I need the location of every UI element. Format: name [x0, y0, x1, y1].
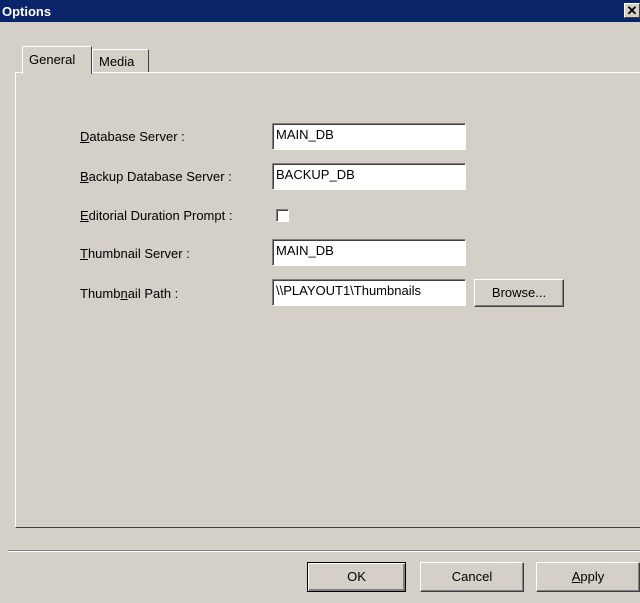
bottom-separator [8, 550, 640, 552]
apply-button[interactable]: Apply [536, 562, 640, 592]
cancel-button[interactable]: Cancel [420, 562, 524, 592]
tab-media-label: Media [99, 54, 135, 69]
general-tab-panel: Database Server : MAIN_DB Backup Databas… [15, 72, 640, 528]
database-server-label: Database Server : [80, 129, 185, 144]
title-bar: Options ✕ [0, 0, 640, 22]
backup-server-input[interactable]: BACKUP_DB [272, 163, 466, 190]
close-icon: ✕ [626, 3, 638, 18]
thumbnail-path-input[interactable]: \\PLAYOUT1\Thumbnails [272, 279, 466, 306]
thumbnail-server-input[interactable]: MAIN_DB [272, 239, 466, 266]
window-title: Options [2, 4, 52, 19]
thumbnail-server-label: Thumbnail Server : [80, 246, 190, 261]
thumbnail-path-label: Thumbnail Path : [80, 286, 179, 301]
browse-button[interactable]: Browse... [474, 279, 564, 307]
tab-media[interactable]: Media [92, 49, 149, 73]
editorial-prompt-checkbox[interactable] [276, 209, 289, 222]
close-button[interactable]: ✕ [624, 3, 640, 18]
backup-server-label: Backup Database Server : [80, 169, 232, 184]
ok-button[interactable]: OK [307, 562, 406, 592]
database-server-input[interactable]: MAIN_DB [272, 123, 466, 150]
editorial-prompt-label: Editorial Duration Prompt : [80, 208, 233, 223]
tab-general[interactable]: General [22, 46, 92, 74]
tab-general-label: General [29, 52, 76, 67]
